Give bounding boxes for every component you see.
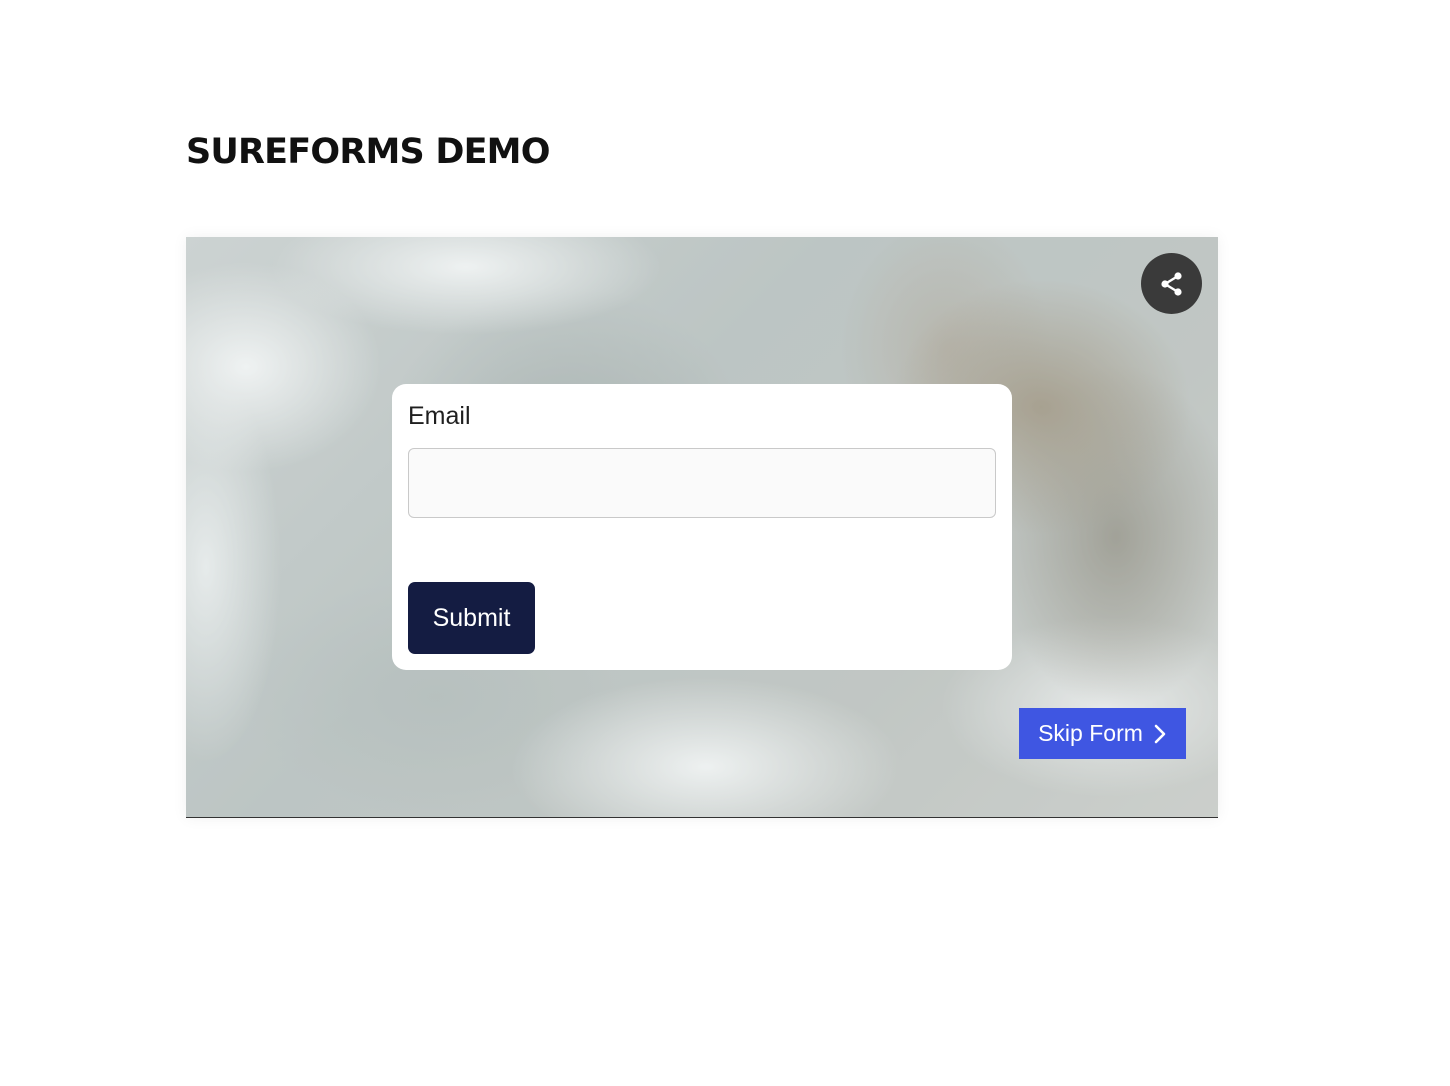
chevron-right-icon xyxy=(1154,724,1166,743)
share-button[interactable] xyxy=(1141,253,1202,314)
email-label: Email xyxy=(408,402,471,430)
video-player[interactable]: Email Submit Skip Form xyxy=(186,237,1218,818)
share-icon xyxy=(1160,271,1182,296)
email-field[interactable] xyxy=(408,448,996,518)
email-form-card: Email Submit xyxy=(392,384,1012,670)
skip-form-label: Skip Form xyxy=(1038,720,1143,746)
submit-button[interactable]: Submit xyxy=(408,582,535,654)
page-title: SUREFORMS DEMO xyxy=(186,132,550,172)
skip-form-button[interactable]: Skip Form xyxy=(1019,708,1186,759)
